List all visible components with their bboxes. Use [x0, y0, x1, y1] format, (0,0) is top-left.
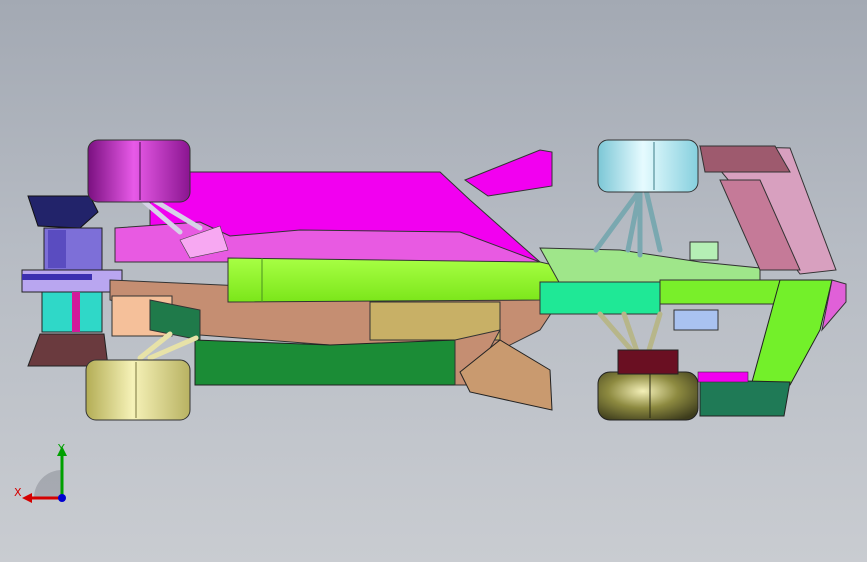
car-model-canvas[interactable] — [0, 0, 867, 562]
nose-tube[interactable] — [227, 257, 591, 303]
airbox-fin[interactable] — [463, 149, 553, 197]
front-nose-mint[interactable] — [539, 281, 661, 315]
front-right-upright[interactable] — [617, 349, 679, 375]
x-axis-arrowhead — [22, 493, 32, 503]
triad-quadrant — [34, 470, 62, 498]
front-nose-lime[interactable] — [659, 279, 781, 305]
front-wing-flap[interactable] — [699, 379, 791, 417]
front-wing-upper-dark[interactable] — [699, 145, 791, 173]
front-right-tire[interactable] — [597, 349, 699, 421]
front-wing-pink-strip[interactable] — [697, 371, 749, 383]
undertray-green[interactable] — [194, 339, 461, 386]
x-axis-label: X — [14, 486, 22, 499]
diffuser-center-strip — [72, 292, 80, 332]
front-left-tire[interactable] — [597, 139, 699, 193]
front-suspension-upper[interactable] — [593, 187, 663, 258]
rear-wing-slot — [22, 274, 92, 280]
rear-wing-stripe — [48, 230, 66, 268]
rear-right-tire[interactable] — [85, 359, 191, 421]
rear-wing-top[interactable] — [27, 195, 99, 229]
front-sensor-box[interactable] — [689, 241, 719, 261]
cad-viewport[interactable]: Y X — [0, 0, 867, 562]
rear-wing-mount[interactable] — [21, 269, 123, 293]
rear-left-tire[interactable] — [87, 139, 191, 203]
z-axis-dot — [58, 494, 66, 502]
front-bulkhead[interactable] — [673, 309, 719, 331]
y-axis-label: Y — [57, 442, 65, 455]
axis-triad: Y X — [14, 442, 67, 503]
